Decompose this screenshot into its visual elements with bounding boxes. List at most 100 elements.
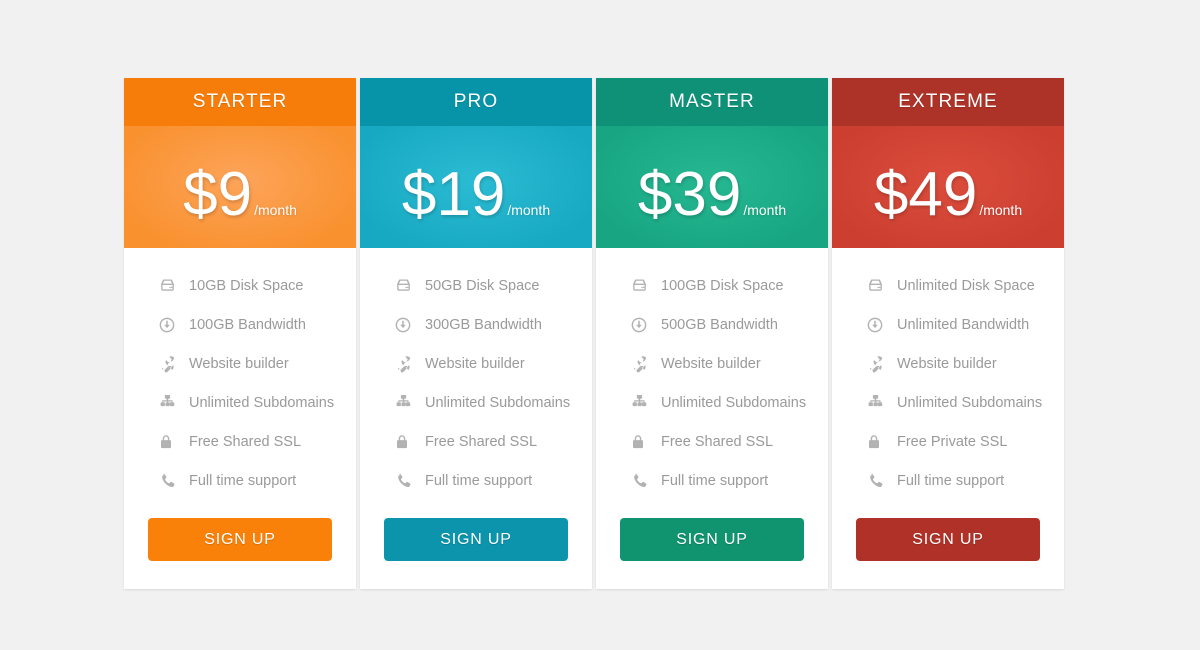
feature-item: 300GB Bandwidth	[360, 305, 592, 344]
feature-label: Unlimited Subdomains	[189, 394, 335, 411]
feature-label: 100GB Bandwidth	[189, 316, 306, 333]
download-circle-icon	[158, 316, 180, 334]
wrench-icon	[866, 354, 888, 373]
plan-footer: SIGN UP	[832, 510, 1064, 589]
wrench-icon	[630, 354, 652, 373]
feature-label: Unlimited Subdomains	[897, 394, 1043, 411]
feature-label: Full time support	[661, 472, 769, 489]
feature-item: Free Shared SSL	[360, 422, 592, 461]
plan-price-block: $39/month	[596, 126, 828, 248]
feature-label: Free Shared SSL	[189, 433, 302, 450]
feature-item: 100GB Bandwidth	[124, 305, 356, 344]
price-period: /month	[507, 202, 551, 218]
feature-item: Unlimited Subdomains	[124, 383, 356, 422]
lock-icon	[866, 433, 888, 451]
download-circle-icon	[394, 316, 416, 334]
price-period: /month	[254, 202, 297, 218]
price-amount: $19	[401, 160, 506, 229]
price-amount: $49	[873, 160, 978, 229]
feature-label: 10GB Disk Space	[189, 277, 304, 294]
phone-icon	[394, 472, 416, 490]
feature-item: Website builder	[124, 344, 356, 383]
wrench-icon	[394, 354, 416, 373]
feature-item: Unlimited Subdomains	[360, 383, 592, 422]
feature-item: Full time support	[360, 461, 592, 500]
feature-label: Free Private SSL	[897, 433, 1008, 450]
price-inner: $49/month	[874, 164, 1022, 226]
price-inner: $19/month	[402, 164, 550, 226]
plan-title: STARTER	[124, 78, 356, 126]
sitemap-icon	[158, 393, 180, 412]
signup-button[interactable]: SIGN UP	[620, 518, 804, 561]
pricing-plan-card: EXTREME $49/month Unlimited Disk Space Unli…	[832, 78, 1064, 589]
feature-item: 500GB Bandwidth	[596, 305, 828, 344]
feature-label: Full time support	[425, 472, 533, 489]
phone-icon	[630, 472, 652, 490]
sitemap-icon	[630, 393, 652, 412]
plan-feature-list: Unlimited Disk Space Unlimited Bandwidth W…	[832, 248, 1064, 510]
feature-item: Unlimited Disk Space	[832, 266, 1064, 305]
feature-item: Free Shared SSL	[124, 422, 356, 461]
plan-footer: SIGN UP	[360, 510, 592, 589]
feature-label: Unlimited Bandwidth	[897, 316, 1030, 333]
plan-price-block: $19/month	[360, 126, 592, 248]
feature-label: Free Shared SSL	[425, 433, 538, 450]
plan-title: PRO	[360, 78, 592, 126]
wrench-icon	[158, 354, 180, 373]
sitemap-icon	[866, 393, 888, 412]
feature-item: 100GB Disk Space	[596, 266, 828, 305]
feature-label: 500GB Bandwidth	[661, 316, 778, 333]
feature-label: 100GB Disk Space	[661, 277, 784, 294]
plan-title: MASTER	[596, 78, 828, 126]
hdd-icon	[630, 276, 652, 295]
feature-item: Website builder	[832, 344, 1064, 383]
price-inner: $39/month	[638, 164, 786, 226]
signup-button[interactable]: SIGN UP	[148, 518, 332, 561]
feature-item: 50GB Disk Space	[360, 266, 592, 305]
feature-item: Website builder	[360, 344, 592, 383]
feature-item: Free Private SSL	[832, 422, 1064, 461]
plan-feature-list: 100GB Disk Space 500GB Bandwidth Website b…	[596, 248, 828, 510]
price-period: /month	[743, 202, 787, 218]
plan-price-block: $9/month	[124, 126, 356, 248]
signup-button[interactable]: SIGN UP	[856, 518, 1040, 561]
feature-label: Unlimited Disk Space	[897, 277, 1035, 294]
plan-feature-list: 50GB Disk Space 300GB Bandwidth Website bu…	[360, 248, 592, 510]
pricing-plan-card: MASTER $39/month 100GB Disk Space 500GB Ban…	[596, 78, 828, 589]
feature-label: Website builder	[189, 355, 289, 372]
feature-item: Full time support	[596, 461, 828, 500]
price-period: /month	[979, 202, 1023, 218]
feature-item: Full time support	[832, 461, 1064, 500]
feature-label: Website builder	[897, 355, 997, 372]
sitemap-icon	[394, 393, 416, 412]
lock-icon	[158, 433, 180, 451]
download-circle-icon	[630, 316, 652, 334]
price-amount: $9	[183, 160, 253, 229]
feature-label: Website builder	[661, 355, 761, 372]
feature-item: 10GB Disk Space	[124, 266, 356, 305]
pricing-plan-card: STARTER $9/month 10GB Disk Space 100GB Band…	[124, 78, 356, 589]
feature-item: Full time support	[124, 461, 356, 500]
hdd-icon	[866, 276, 888, 295]
pricing-table: STARTER $9/month 10GB Disk Space 100GB Band…	[124, 78, 1064, 589]
hdd-icon	[158, 276, 180, 295]
phone-icon	[158, 472, 180, 490]
download-circle-icon	[866, 316, 888, 334]
plan-price-block: $49/month	[832, 126, 1064, 248]
feature-label: Unlimited Subdomains	[661, 394, 807, 411]
feature-item: Website builder	[596, 344, 828, 383]
plan-title: EXTREME	[832, 78, 1064, 126]
pricing-plan-card: PRO $19/month 50GB Disk Space 300GB Bandwid…	[360, 78, 592, 589]
feature-item: Unlimited Subdomains	[832, 383, 1064, 422]
feature-label: Full time support	[897, 472, 1005, 489]
plan-footer: SIGN UP	[596, 510, 828, 589]
price-inner: $9/month	[183, 164, 297, 226]
feature-label: 300GB Bandwidth	[425, 316, 542, 333]
lock-icon	[394, 433, 416, 451]
hdd-icon	[394, 276, 416, 295]
feature-label: Website builder	[425, 355, 525, 372]
feature-item: Unlimited Subdomains	[596, 383, 828, 422]
feature-label: Free Shared SSL	[661, 433, 774, 450]
signup-button[interactable]: SIGN UP	[384, 518, 568, 561]
feature-item: Unlimited Bandwidth	[832, 305, 1064, 344]
